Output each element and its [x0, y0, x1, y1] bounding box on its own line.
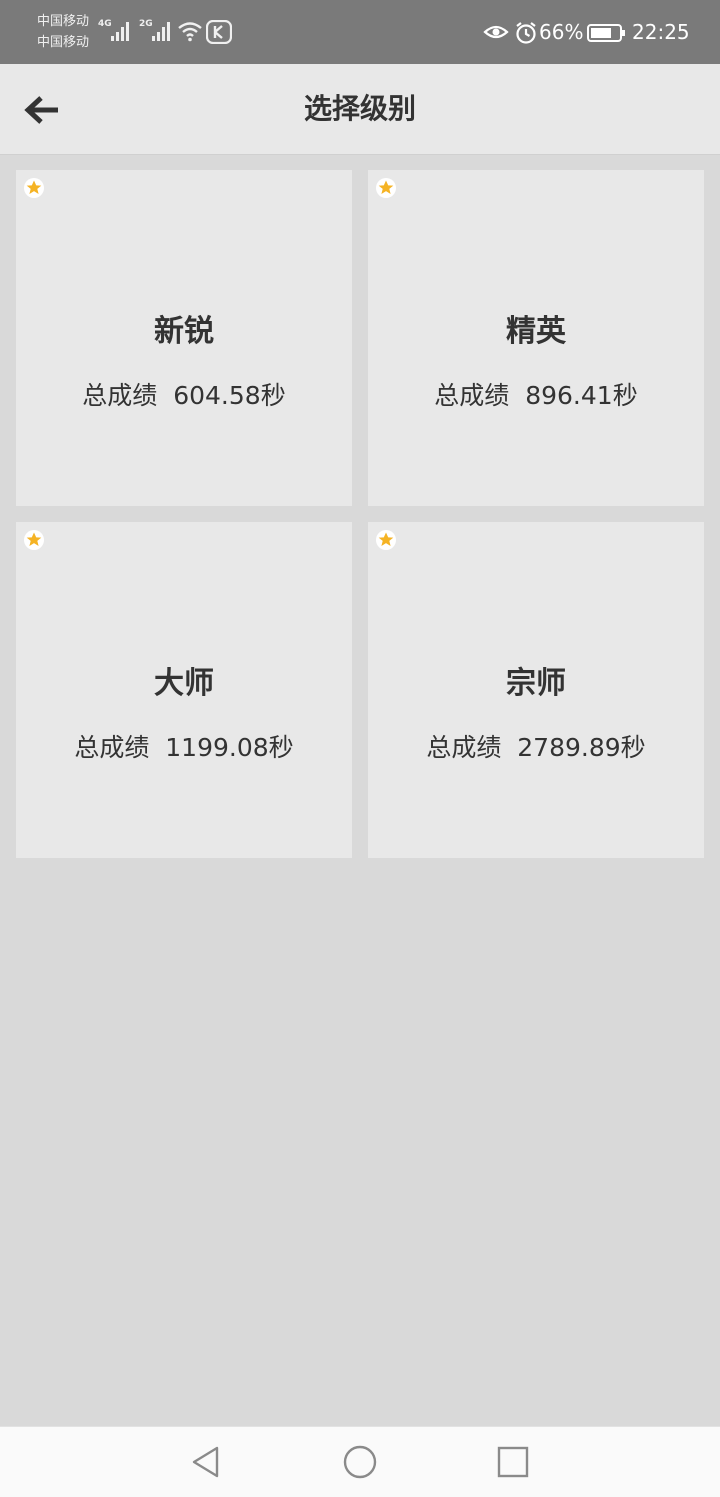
battery-percentage: 66% — [539, 20, 584, 44]
nav-recents-icon[interactable] — [495, 1444, 531, 1480]
carrier-1-label: 中国移动 — [37, 14, 90, 29]
alarm-icon — [516, 22, 536, 44]
score-line: 总成绩 604.58秒 — [16, 376, 352, 412]
nav-back-icon[interactable] — [188, 1444, 224, 1480]
level-card-dashi[interactable]: 大师 总成绩 1199.08秒 — [16, 522, 352, 858]
score-label: 总成绩 — [426, 733, 502, 762]
carrier-2-label: 中国移动 — [37, 35, 90, 50]
battery-icon — [587, 24, 625, 42]
level-name: 精英 — [506, 314, 566, 349]
level-card-jingying[interactable]: 精英 总成绩 896.41秒 — [368, 170, 704, 506]
signal-1-icon — [111, 22, 129, 41]
system-nav-bar — [0, 1426, 720, 1497]
level-card-xinrui[interactable]: 新锐 总成绩 604.58秒 — [16, 170, 352, 506]
nav-home-icon[interactable] — [342, 1444, 378, 1480]
score-label: 总成绩 — [74, 733, 150, 762]
level-name: 新锐 — [154, 314, 214, 349]
back-button[interactable] — [22, 90, 70, 130]
score-value: 1199.08秒 — [165, 733, 294, 762]
status-bar: 中国移动 中国移动 4G 2G 66% 22:25 — [0, 0, 720, 64]
app-header: 选择级别 — [0, 64, 720, 155]
score-value: 896.41秒 — [525, 381, 638, 410]
score-line: 总成绩 2789.89秒 — [368, 728, 704, 764]
app-notification-icon — [206, 20, 232, 44]
back-arrow-icon — [24, 96, 58, 124]
score-label: 总成绩 — [434, 381, 510, 410]
score-line: 总成绩 1199.08秒 — [16, 728, 352, 764]
clock: 22:25 — [632, 20, 690, 44]
score-line: 总成绩 896.41秒 — [368, 376, 704, 412]
star-icon — [24, 530, 44, 550]
wifi-icon — [178, 22, 202, 42]
score-value: 604.58秒 — [173, 381, 286, 410]
eye-comfort-icon — [483, 25, 509, 39]
level-card-zongshi[interactable]: 宗师 总成绩 2789.89秒 — [368, 522, 704, 858]
level-name: 大师 — [154, 666, 214, 701]
star-icon — [24, 178, 44, 198]
star-icon — [376, 530, 396, 550]
star-icon — [376, 178, 396, 198]
score-label: 总成绩 — [82, 381, 158, 410]
score-value: 2789.89秒 — [517, 733, 646, 762]
signal-2-icon — [152, 22, 170, 41]
level-name: 宗师 — [506, 666, 566, 701]
page-title: 选择级别 — [303, 92, 416, 125]
